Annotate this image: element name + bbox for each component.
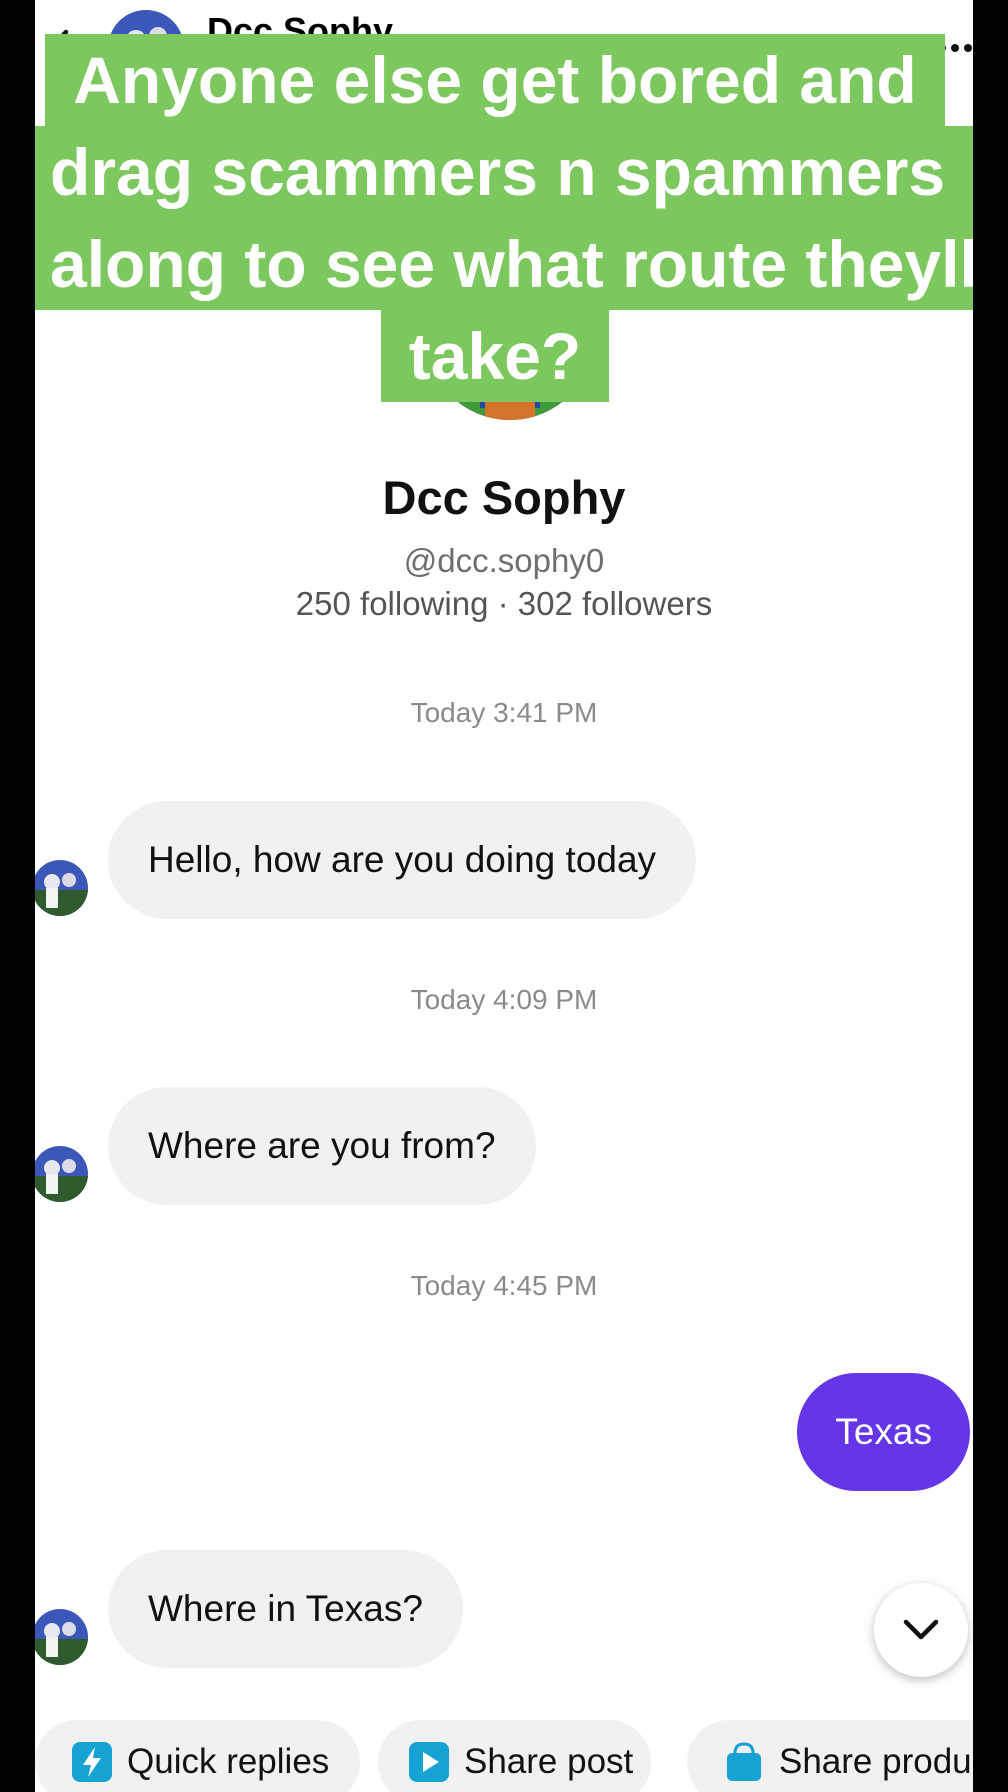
- outgoing-message-row: Texas: [35, 1373, 973, 1491]
- message-timestamp: Today 4:45 PM: [410, 1270, 598, 1301]
- profile-stats: 250 following · 302 followers: [295, 585, 713, 622]
- play-icon: [408, 1741, 450, 1783]
- message-bubble-outgoing[interactable]: Texas: [797, 1373, 970, 1491]
- message-bubble-incoming[interactable]: Hello, how are you doing today: [108, 801, 697, 919]
- avatar-image: [35, 860, 88, 916]
- incoming-message-row: Hello, how are you doing today: [35, 801, 973, 919]
- message-bubble-incoming[interactable]: Where in Texas?: [108, 1550, 463, 1668]
- message-bubble-incoming[interactable]: Where are you from?: [108, 1087, 536, 1205]
- sender-avatar[interactable]: [35, 1609, 88, 1665]
- avatar-image: [35, 1609, 88, 1665]
- avatar-image: [35, 1146, 88, 1202]
- message-timestamp: Today 4:09 PM: [410, 984, 598, 1015]
- scroll-to-bottom-button[interactable]: [874, 1583, 968, 1677]
- chat-screen: Dcc Sophy Anyone else get bored and drag…: [35, 0, 973, 1792]
- sender-avatar[interactable]: [35, 860, 88, 916]
- quick-actions-bar: Quick replies Share post Share produ: [35, 1720, 973, 1792]
- chevron-down-icon: [903, 1619, 939, 1640]
- message-timestamp: Today 3:41 PM: [410, 697, 598, 728]
- profile-name: Dcc Sophy: [382, 471, 626, 524]
- share-post-button[interactable]: Share post: [378, 1720, 651, 1792]
- sender-avatar[interactable]: [35, 1146, 88, 1202]
- caption-line: along to see what route theyll: [35, 218, 973, 310]
- quick-replies-label: Quick replies: [127, 1742, 330, 1781]
- incoming-message-row: Where are you from?: [35, 1087, 973, 1205]
- caption-line: take?: [380, 310, 610, 402]
- caption-line: drag scammers n spammers: [35, 126, 973, 218]
- incoming-message-row: Where in Texas?: [35, 1550, 973, 1668]
- share-post-label: Share post: [464, 1742, 634, 1781]
- shopping-bag-icon: [723, 1741, 765, 1783]
- profile-handle: @dcc.sophy0: [403, 542, 605, 579]
- caption-line: Anyone else get bored and: [45, 34, 945, 126]
- share-product-button[interactable]: Share produ: [687, 1720, 973, 1792]
- video-caption-overlay: Anyone else get bored and drag scammers …: [35, 34, 973, 402]
- quick-replies-button[interactable]: Quick replies: [35, 1720, 360, 1792]
- lightning-icon: [71, 1741, 113, 1783]
- share-product-label: Share produ: [779, 1742, 972, 1781]
